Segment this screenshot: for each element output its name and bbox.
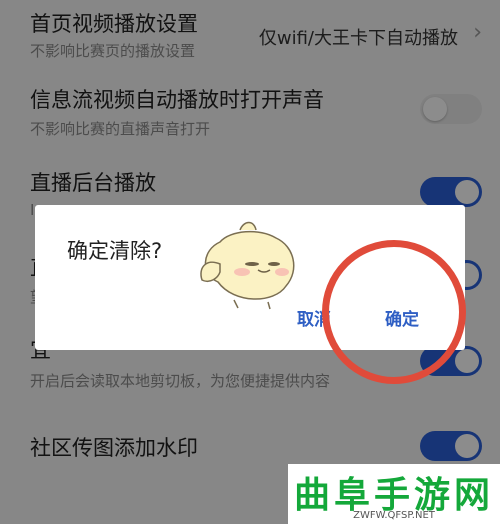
- watermark-url-text: ZWFW.QFSP.NET: [353, 510, 435, 521]
- dialog-title: 确定清除?: [67, 239, 163, 263]
- mascot-sticker: [200, 221, 295, 310]
- highlight-circle: [322, 240, 466, 384]
- watermark-badge: 曲阜手游网 ZWFW.QFSP.NET: [288, 464, 500, 524]
